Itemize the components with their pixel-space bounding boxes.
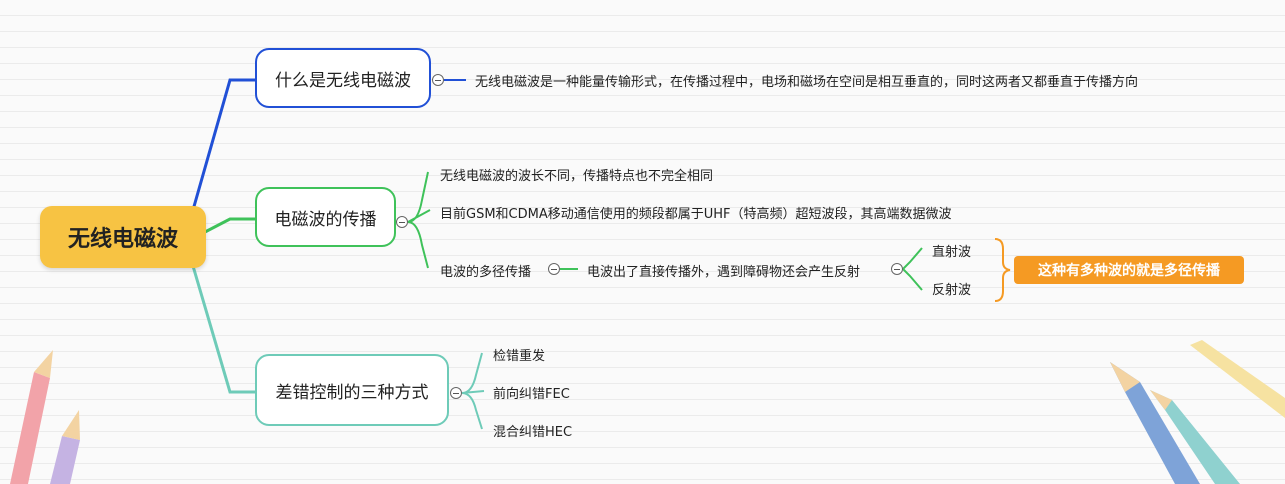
topic-label: 差错控制的三种方式	[275, 382, 429, 403]
topic3-child-text: 混合纠错HEC	[493, 425, 573, 440]
topic3-child-text: 前向纠错FEC	[493, 387, 570, 402]
link-topic3-children	[461, 352, 485, 430]
topic-node-error-control[interactable]: 差错控制的三种方式	[255, 354, 449, 426]
topic-node-what-is[interactable]: 什么是无线电磁波	[255, 48, 431, 108]
collapse-icon[interactable]	[891, 263, 903, 275]
topic2-child-text: 目前GSM和CDMA移动通信使用的频段都属于UHF（特高频）超短波段，其高端数据…	[440, 207, 952, 222]
root-label: 无线电磁波	[67, 227, 178, 252]
summary-label: 这种有多种波的就是多径传播	[1038, 263, 1220, 279]
summary-brace	[994, 238, 1011, 302]
link-multipath-waves	[902, 247, 923, 291]
topic1-child-text: 无线电磁波是一种能量传输形式，在传播过程中，电场和磁场在空间是相互垂直的，同时这…	[475, 75, 1139, 90]
pencil-decoration-right	[1110, 340, 1285, 484]
topic-node-propagation[interactable]: 电磁波的传播	[255, 187, 396, 247]
link-root-topic3	[191, 265, 255, 394]
topic-label: 什么是无线电磁波	[275, 70, 411, 91]
pencil-decoration-left	[10, 350, 80, 484]
link-root-topic1	[191, 78, 255, 211]
topic2-child-text: 无线电磁波的波长不同，传播特点也不完全相同	[440, 169, 714, 184]
collapse-icon[interactable]	[450, 387, 462, 399]
wave-direct-text: 直射波	[932, 245, 972, 260]
root-node[interactable]: 无线电磁波	[40, 206, 206, 268]
link-topic2-children	[407, 171, 431, 269]
wave-reflected-text: 反射波	[932, 283, 972, 298]
summary-node[interactable]: 这种有多种波的就是多径传播	[1014, 256, 1244, 284]
collapse-icon[interactable]	[432, 74, 444, 86]
collapse-icon[interactable]	[396, 216, 408, 228]
collapse-icon[interactable]	[548, 263, 560, 275]
topic-label: 电磁波的传播	[274, 209, 377, 230]
multipath-detail-text: 电波出了直接传播外，遇到障碍物还会产生反射	[587, 265, 861, 280]
link-root-topic2	[204, 217, 255, 234]
topic3-child-text: 检错重发	[493, 349, 546, 364]
topic2-child-multipath: 电波的多径传播	[440, 265, 532, 280]
